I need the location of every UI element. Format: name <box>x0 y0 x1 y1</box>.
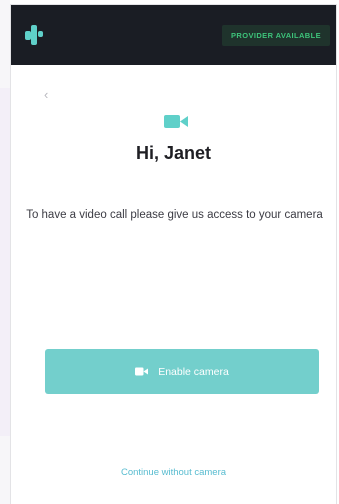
video-call-permission-screen: PROVIDER AVAILABLE ‹ Hi, Janet To have a… <box>10 4 337 504</box>
provider-available-badge: PROVIDER AVAILABLE <box>222 25 330 46</box>
chevron-left-icon[interactable]: ‹ <box>44 88 54 101</box>
screen: PROVIDER AVAILABLE ‹ Hi, Janet To have a… <box>0 0 339 504</box>
video-camera-icon <box>135 367 149 376</box>
enable-camera-button[interactable]: Enable camera <box>45 349 319 394</box>
top-bar: PROVIDER AVAILABLE <box>11 5 336 65</box>
enable-camera-label: Enable camera <box>158 365 229 378</box>
video-camera-icon <box>164 115 188 128</box>
continue-without-camera-link[interactable]: Continue without camera <box>11 467 336 478</box>
brand-logo-icon <box>25 25 43 45</box>
camera-access-message: To have a video call please give us acce… <box>26 209 323 221</box>
greeting-title: Hi, Janet <box>135 143 212 163</box>
